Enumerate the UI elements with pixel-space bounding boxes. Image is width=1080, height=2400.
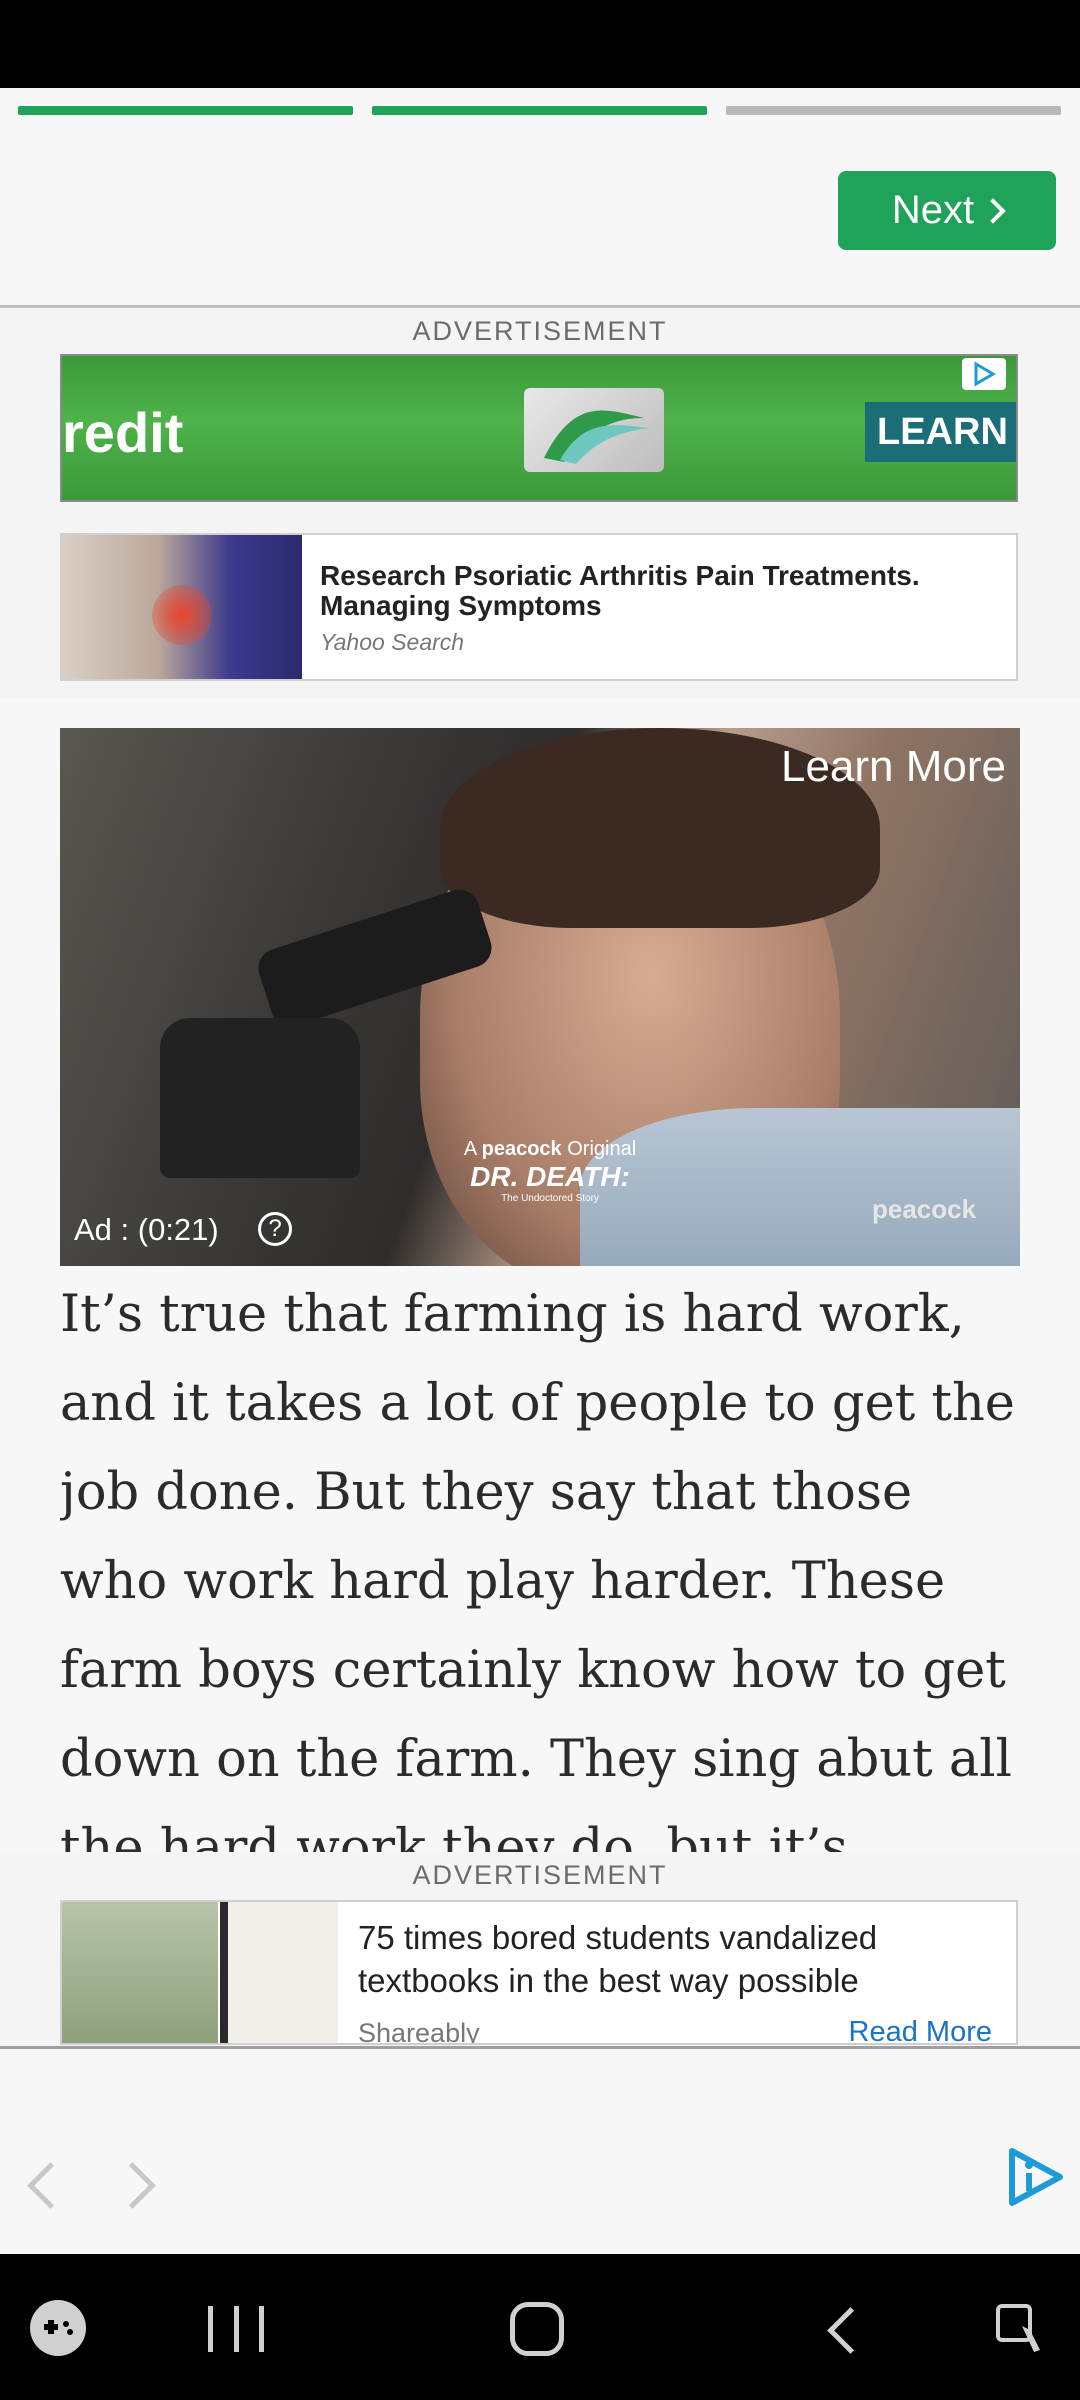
ad-label-bottom: ADVERTISEMENT xyxy=(412,1860,668,1890)
accessibility-icon[interactable] xyxy=(994,2300,1050,2356)
ad-source: Shareably xyxy=(358,2018,480,2045)
forward-arrow-icon[interactable] xyxy=(109,2162,156,2209)
progress-segment-3 xyxy=(726,106,1061,115)
system-nav-bar xyxy=(0,2254,1080,2400)
home-icon[interactable] xyxy=(510,2302,564,2356)
banner-learn-button[interactable]: LEARN xyxy=(865,402,1016,462)
ad-timer: Ad : (0:21) xyxy=(74,1212,219,1247)
sponsored-search-ad[interactable]: Research Psoriatic Arthritis Pain Treatm… xyxy=(60,533,1018,681)
video-title-overlay: A peacock Original DR. DEATH: The Undoct… xyxy=(463,1138,637,1204)
status-bar xyxy=(0,0,1080,88)
sponsored-article-ad[interactable]: 75 times bored students vandalized textb… xyxy=(60,1900,1018,2045)
card-swoosh-graphic xyxy=(544,410,650,464)
credit-card-image xyxy=(524,388,664,472)
back-icon[interactable] xyxy=(827,2307,874,2354)
next-button-label: Next xyxy=(891,188,975,232)
learn-more-link[interactable]: Learn More xyxy=(781,742,1006,792)
ad-title: Research Psoriatic Arthritis Pain Treatm… xyxy=(320,560,920,621)
ad-thumbnail-textbook-1 xyxy=(62,1902,218,2043)
recent-apps-icon[interactable] xyxy=(208,2306,264,2352)
read-more-link[interactable]: Read More xyxy=(849,2016,992,2043)
back-arrow-icon[interactable] xyxy=(27,2162,74,2209)
article-body: It’s true that farming is hard work, and… xyxy=(60,1285,1015,1852)
adchoices-icon[interactable] xyxy=(962,358,1006,390)
lab-coat-shape xyxy=(580,1108,1020,1266)
ad-title: 75 times bored students vandalized textb… xyxy=(358,1919,878,1999)
app-logo-icon[interactable] xyxy=(1002,2145,1066,2209)
microscope-shape xyxy=(120,884,497,1178)
progress-segment-2 xyxy=(372,106,707,115)
peacock-watermark: peacock xyxy=(872,1194,977,1224)
next-button[interactable]: Next xyxy=(838,171,1056,250)
chevron-right-icon xyxy=(980,197,1006,224)
help-icon[interactable]: ? xyxy=(258,1212,292,1246)
ad-label-top: ADVERTISEMENT xyxy=(412,316,668,346)
banner-ad[interactable]: redit LEARN xyxy=(60,354,1018,502)
game-launcher-icon[interactable] xyxy=(30,2300,86,2356)
ad-thumbnail-textbook-2 xyxy=(220,1902,338,2043)
browser-toolbar xyxy=(0,2049,1080,2254)
progress-segment-1 xyxy=(18,106,353,115)
video-ad[interactable]: Learn More A peacock Original DR. DEATH:… xyxy=(60,728,1020,1266)
ad-thumbnail-image xyxy=(62,535,302,679)
ad-source: Yahoo Search xyxy=(320,629,465,655)
banner-ad-text: redit xyxy=(62,401,184,464)
